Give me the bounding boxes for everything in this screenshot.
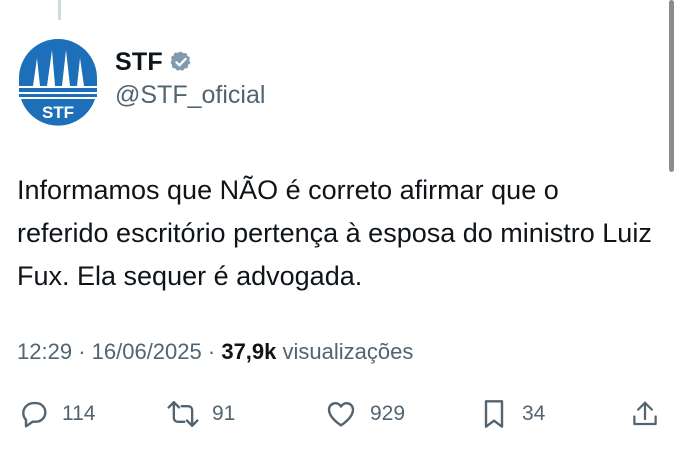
reply-icon [18, 398, 50, 430]
verified-badge-icon[interactable] [169, 50, 193, 74]
action-bar: 114 91 929 34 [0, 392, 680, 436]
author-name-row[interactable]: STF [115, 45, 193, 79]
avatar-logo-text: STF [42, 103, 74, 122]
bookmark-count: 34 [522, 402, 546, 425]
thread-connector-line [58, 0, 61, 20]
reply-button[interactable]: 114 [18, 392, 95, 436]
share-icon [630, 398, 660, 430]
tweet-date[interactable]: 16/06/2025 [92, 339, 202, 364]
scrollbar[interactable] [669, 0, 674, 172]
like-button[interactable]: 929 [324, 392, 405, 436]
repost-count: 91 [212, 402, 236, 425]
repost-icon [166, 398, 200, 430]
repost-button[interactable]: 91 [166, 392, 235, 436]
meta-separator: · [207, 339, 216, 364]
avatar[interactable]: STF [13, 36, 103, 126]
reply-count: 114 [62, 402, 96, 425]
like-icon [324, 398, 358, 430]
tweet-text: Informamos que NÃO é correto afirmar que… [17, 175, 652, 291]
like-count: 929 [370, 402, 406, 425]
share-button[interactable] [630, 392, 660, 436]
tweet-meta: 12:29 · 16/06/2025 · 37,9k visualizações [17, 339, 413, 365]
meta-separator: · [78, 339, 86, 364]
views-label: visualizações [282, 339, 414, 364]
author-display-name[interactable]: STF [115, 48, 163, 77]
author-handle[interactable]: @STF_oficial [115, 81, 265, 110]
bookmark-button[interactable]: 34 [478, 392, 545, 436]
tweet-time[interactable]: 12:29 [17, 339, 72, 364]
views-count[interactable]: 37,9k [221, 339, 276, 364]
stf-logo: STF [14, 37, 102, 126]
bookmark-icon [478, 397, 510, 431]
